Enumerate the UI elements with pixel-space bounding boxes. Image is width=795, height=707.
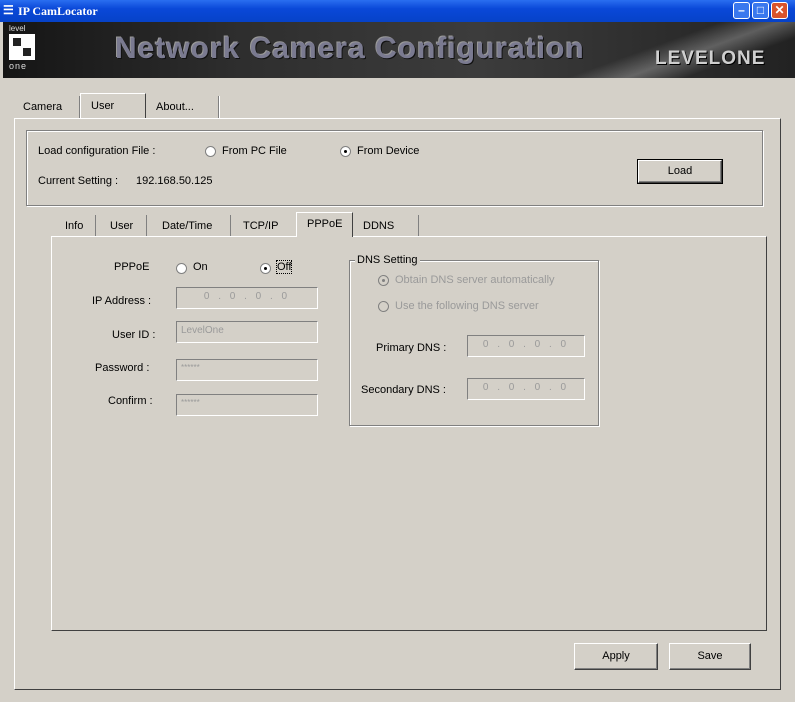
from-pc-file-radio[interactable] [205,146,216,157]
pppoe-label: PPPoE [114,261,150,273]
app-icon: ☰ [3,3,14,17]
secondary-dns-field[interactable]: 0 . 0 . 0 . 0 [467,378,585,400]
levelone-logo: level one [9,24,37,74]
close-button[interactable]: ✕ [771,2,788,19]
logo-bottom-text: one [9,61,28,71]
maximize-button[interactable]: □ [752,2,769,19]
pppoe-on-label[interactable]: On [193,261,208,273]
pppoe-on-radio[interactable] [176,263,187,274]
header-banner: level one Network Camera Configuration L… [3,22,795,78]
primary-dns-label: Primary DNS : [376,342,447,354]
subtab-ddns[interactable]: DDNS [353,215,419,237]
pppoe-off-label[interactable]: Off [275,260,293,274]
window-title: IP CamLocator [18,4,98,18]
logo-mark [9,34,35,60]
pppoe-off-radio[interactable] [260,263,271,274]
subtab-pppoe[interactable]: PPPoE [296,212,353,237]
subtab-datetime[interactable]: Date/Time [147,215,231,237]
tab-about[interactable]: About... [146,96,219,118]
user-id-label: User ID : [112,329,156,341]
tab-camera[interactable]: Camera [15,96,80,118]
subtab-info[interactable]: Info [54,215,96,237]
subtab-tcpip[interactable]: TCP/IP [231,215,296,237]
subtab-user[interactable]: User [96,215,147,237]
minimize-icon: – [738,3,745,17]
load-button[interactable]: Load [637,159,723,184]
banner-title: Network Camera Configuration [115,32,585,65]
confirm-field[interactable]: ****** [176,394,318,416]
from-pc-file-label[interactable]: From PC File [222,145,287,157]
dns-manual-label[interactable]: Use the following DNS server [395,300,539,312]
ip-address-field[interactable]: 0 . 0 . 0 . 0 [176,287,318,309]
dns-setting-legend: DNS Setting [355,254,420,266]
logo-top-text: level [9,24,26,33]
load-config-label: Load configuration File : [38,145,156,157]
from-device-label[interactable]: From Device [357,145,419,157]
current-setting-value: 192.168.50.125 [136,175,213,187]
brand-logo: LEVELONE [655,48,766,69]
password-label: Password : [95,362,150,374]
maximize-icon: □ [756,3,765,17]
secondary-dns-label: Secondary DNS : [361,384,446,396]
title-bar[interactable]: ☰ IP CamLocator – □ ✕ [0,0,795,22]
ip-address-label: IP Address : [92,295,152,307]
from-device-radio[interactable] [340,146,351,157]
save-button[interactable]: Save [669,643,751,670]
apply-button[interactable]: Apply [574,643,658,670]
minimize-button[interactable]: – [733,2,750,19]
user-id-field[interactable]: LevelOne [176,321,318,343]
close-icon: ✕ [774,3,785,17]
app-window: ☰ IP CamLocator – □ ✕ level one Network … [0,0,795,702]
current-setting-label: Current Setting : [38,175,119,187]
dns-auto-label[interactable]: Obtain DNS server automatically [395,274,555,286]
tab-user[interactable]: User [80,93,146,118]
dns-auto-radio[interactable] [378,275,389,286]
confirm-label: Confirm : [108,395,153,407]
primary-dns-field[interactable]: 0 . 0 . 0 . 0 [467,335,585,357]
dns-manual-radio[interactable] [378,301,389,312]
password-field[interactable]: ****** [176,359,318,381]
